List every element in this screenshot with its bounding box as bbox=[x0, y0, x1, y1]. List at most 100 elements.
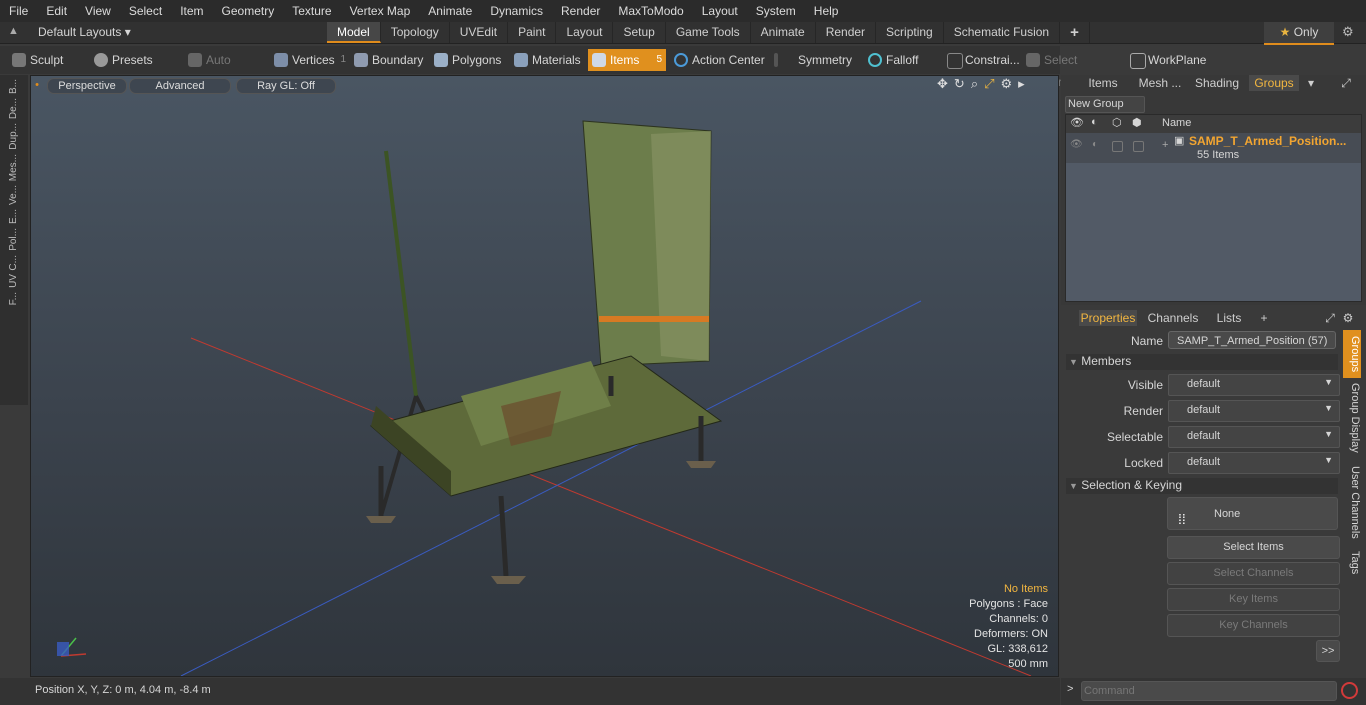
presets-button[interactable]: Presets bbox=[90, 49, 168, 71]
left-tab-b[interactable]: B... bbox=[8, 79, 19, 94]
menu-item[interactable]: Item bbox=[171, 4, 212, 18]
tab-animate[interactable]: Animate bbox=[751, 22, 816, 43]
tab-lists[interactable]: Lists bbox=[1209, 310, 1249, 326]
name-field[interactable]: SAMP_T_Armed_Position (57) bbox=[1168, 331, 1336, 349]
action-center-button[interactable]: Action Center bbox=[670, 49, 766, 71]
selectable-dropdown[interactable]: default ▼ bbox=[1168, 426, 1340, 448]
tabs-dropdown-icon[interactable]: ▾ bbox=[1305, 75, 1317, 91]
left-tab-de[interactable]: De... bbox=[8, 98, 19, 119]
tab-game-tools[interactable]: Game Tools bbox=[666, 22, 751, 43]
new-group-button[interactable]: New Group bbox=[1065, 96, 1145, 113]
add-tab-button[interactable]: + bbox=[1060, 22, 1090, 43]
left-tab-ve[interactable]: Ve... bbox=[8, 185, 19, 205]
row-render-icon[interactable]: ◐ bbox=[1092, 139, 1098, 150]
props-gear-icon[interactable]: ⚙ bbox=[1341, 310, 1355, 326]
menu-edit[interactable]: Edit bbox=[37, 4, 76, 18]
tab-schematic-fusion[interactable]: Schematic Fusion bbox=[944, 22, 1061, 43]
menu-texture[interactable]: Texture bbox=[283, 4, 340, 18]
left-tab-pol[interactable]: Pol... bbox=[8, 228, 19, 251]
menu-maxtomodo[interactable]: MaxToModo bbox=[609, 4, 692, 18]
locked-dropdown[interactable]: default ▼ bbox=[1168, 452, 1340, 474]
group-name: SAMP_T_Armed_Position... bbox=[1189, 134, 1347, 148]
menu-dynamics[interactable]: Dynamics bbox=[481, 4, 552, 18]
render-icon[interactable]: ◐ bbox=[1091, 116, 1098, 128]
members-section[interactable]: ▼ Members bbox=[1066, 354, 1338, 370]
key-channels-button[interactable]: Key Channels bbox=[1167, 614, 1340, 637]
row-eye-icon[interactable]: 👁 bbox=[1070, 139, 1083, 150]
props-expand-icon[interactable]: ⤢ bbox=[1323, 310, 1337, 326]
select-channels-button[interactable]: Select Channels bbox=[1167, 562, 1340, 585]
workplane-button[interactable]: WorkPlane bbox=[1126, 49, 1214, 71]
group-row[interactable]: 👁 ◐ + ▣ SAMP_T_Armed_Position... 55 Item… bbox=[1066, 133, 1361, 163]
left-tab-dup[interactable]: Dup... bbox=[8, 123, 19, 150]
items-button[interactable]: Items 5 bbox=[588, 49, 666, 71]
select-through-button[interactable]: Select Through bbox=[1022, 49, 1122, 89]
left-tab-f[interactable]: F... bbox=[8, 292, 19, 305]
symmetry-button[interactable]: Symmetry bbox=[770, 49, 858, 71]
expand-row-icon[interactable]: + bbox=[1162, 139, 1168, 151]
menu-layout[interactable]: Layout bbox=[693, 4, 747, 18]
side-tab-user-channels[interactable]: User Channels bbox=[1343, 464, 1361, 540]
tab-mesh[interactable]: Mesh ... bbox=[1133, 75, 1187, 91]
materials-button[interactable]: Materials bbox=[510, 49, 588, 71]
tab-model[interactable]: Model bbox=[327, 22, 381, 43]
visible-dropdown[interactable]: default ▼ bbox=[1168, 374, 1340, 396]
tab-properties[interactable]: Properties bbox=[1079, 310, 1137, 326]
vertices-button[interactable]: Vertices 1 bbox=[270, 49, 350, 71]
row-select-checkbox[interactable] bbox=[1133, 141, 1144, 152]
left-tab-e[interactable]: E... bbox=[8, 209, 19, 224]
lock-icon[interactable]: ⬡ bbox=[1112, 116, 1122, 129]
menu-select[interactable]: Select bbox=[120, 4, 171, 18]
tab-setup[interactable]: Setup bbox=[613, 22, 666, 43]
layouts-label: Default Layouts bbox=[38, 25, 122, 39]
sculpt-button[interactable]: Sculpt bbox=[8, 49, 80, 71]
falloff-button[interactable]: Falloff bbox=[864, 49, 940, 71]
command-input[interactable] bbox=[1081, 681, 1337, 701]
none-button[interactable]: ⁞⁞ None bbox=[1167, 497, 1338, 530]
left-tab-mes[interactable]: Mes... bbox=[8, 154, 19, 181]
boundary-button[interactable]: Boundary bbox=[350, 49, 430, 71]
tab-paint[interactable]: Paint bbox=[508, 22, 557, 43]
gear-icon[interactable]: ⚙ bbox=[1342, 24, 1354, 40]
more-button[interactable]: >> bbox=[1316, 640, 1340, 662]
menu-file[interactable]: File bbox=[0, 4, 37, 18]
record-icon[interactable] bbox=[1341, 682, 1358, 699]
3d-viewport[interactable]: • Perspective Advanced Ray GL: Off ✥↻⌕⤢⚙… bbox=[30, 75, 1059, 677]
expand-icon[interactable]: ⤢ bbox=[1339, 75, 1353, 91]
layouts-dropdown[interactable]: Default Layouts ▾ bbox=[38, 25, 131, 39]
menu-vertex-map[interactable]: Vertex Map bbox=[341, 4, 420, 18]
left-tab-uv[interactable]: UV bbox=[8, 274, 19, 288]
select-items-button[interactable]: Select Items bbox=[1167, 536, 1340, 559]
constraints-button[interactable]: Constrai... bbox=[943, 49, 1021, 71]
side-tab-group-display[interactable]: Group Display bbox=[1343, 382, 1361, 454]
tab-topology[interactable]: Topology bbox=[381, 22, 450, 43]
tab-items[interactable]: Items bbox=[1081, 75, 1125, 91]
tab-layout[interactable]: Layout bbox=[556, 22, 614, 43]
layout-up-icon[interactable]: ▲ bbox=[8, 25, 19, 37]
tab-uvedit[interactable]: UVEdit bbox=[450, 22, 509, 43]
menu-render[interactable]: Render bbox=[552, 4, 609, 18]
tab-groups[interactable]: Groups bbox=[1249, 75, 1299, 91]
eye-icon[interactable]: 👁 bbox=[1070, 116, 1084, 129]
menu-view[interactable]: View bbox=[76, 4, 120, 18]
key-items-button[interactable]: Key Items bbox=[1167, 588, 1340, 611]
side-tab-tags[interactable]: Tags bbox=[1343, 548, 1361, 578]
menu-geometry[interactable]: Geometry bbox=[213, 4, 284, 18]
selection-keying-section[interactable]: ▼ Selection & Keying bbox=[1066, 478, 1338, 494]
select-icon[interactable]: ⬢ bbox=[1132, 116, 1142, 129]
tab-shading[interactable]: Shading bbox=[1193, 75, 1241, 91]
add-tab-icon[interactable]: + bbox=[1257, 310, 1271, 326]
auto-select-button[interactable]: Auto Select bbox=[184, 49, 266, 89]
tab-render[interactable]: Render bbox=[816, 22, 877, 43]
row-lock-checkbox[interactable] bbox=[1112, 141, 1123, 152]
menu-help[interactable]: Help bbox=[805, 4, 848, 18]
side-tab-groups[interactable]: Groups bbox=[1343, 330, 1361, 378]
menu-animate[interactable]: Animate bbox=[419, 4, 481, 18]
polygons-button[interactable]: Polygons bbox=[430, 49, 510, 71]
left-tab-c[interactable]: C... bbox=[8, 255, 19, 271]
menu-system[interactable]: System bbox=[747, 4, 805, 18]
render-dropdown[interactable]: default ▼ bbox=[1168, 400, 1340, 422]
tab-channels[interactable]: Channels bbox=[1145, 310, 1201, 326]
tab-scripting[interactable]: Scripting bbox=[876, 22, 944, 43]
only-toggle[interactable]: ★ Only bbox=[1264, 22, 1334, 45]
